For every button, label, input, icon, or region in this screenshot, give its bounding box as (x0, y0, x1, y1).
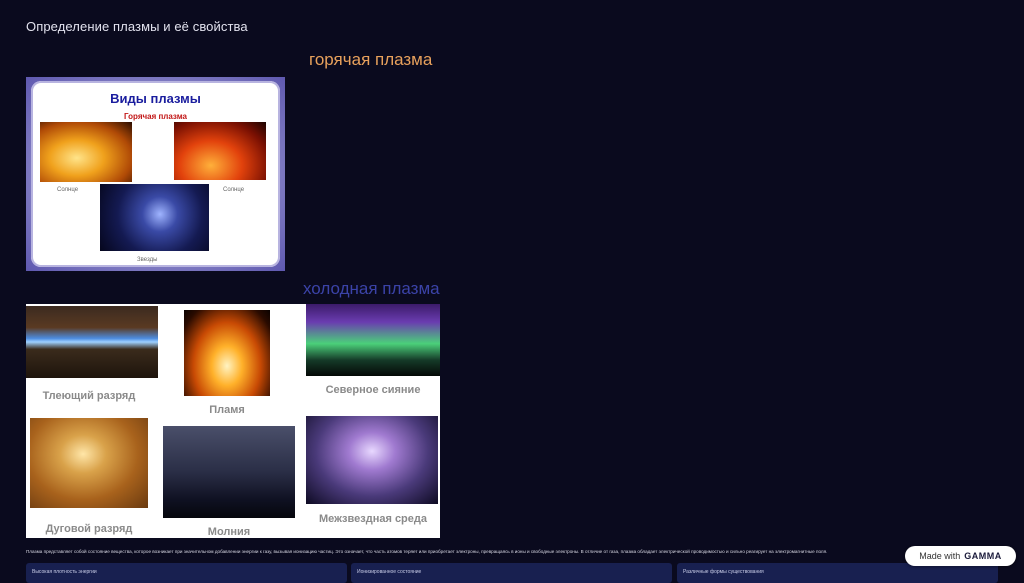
page-title: Определение плазмы и её свойства (26, 19, 248, 34)
caption-interstellar: Межзвездная среда (318, 513, 427, 525)
sun-photo-right (174, 122, 266, 180)
feature-card-ionized: Ионизированное состояние (351, 563, 672, 583)
caption-aurora: Северное сияние (325, 384, 421, 396)
aurora-photo (306, 304, 440, 376)
gamma-logo: GAMMA (964, 551, 1002, 561)
feature-card-label: Высокая плотность энергии (32, 569, 97, 575)
hot-plasma-slide-image: Виды плазмы Горячая плазма Солнце Солнце… (26, 77, 285, 271)
caption-flame: Пламя (209, 404, 245, 416)
feature-card-label: Ионизированное состояние (357, 569, 422, 575)
nebula-photo (306, 416, 438, 504)
arc-discharge-photo (30, 418, 148, 508)
body-paragraph: Плазма представляет собой состояние веще… (26, 549, 828, 554)
cold-plasma-collage-image: Тлеющий разряд Пламя Северное сияние Дуг… (26, 304, 440, 538)
feature-card-label: Различные формы существования (683, 569, 764, 575)
made-with-gamma-badge[interactable]: Made with GAMMA (905, 546, 1016, 566)
caption-glow-discharge: Тлеющий разряд (42, 390, 136, 402)
glow-discharge-photo (26, 306, 158, 378)
slide-subtitle: Горячая плазма (124, 112, 187, 121)
caption-arc-discharge: Дуговой разряд (45, 523, 133, 535)
hot-plasma-heading: горячая плазма (309, 50, 433, 69)
slide-title: Виды плазмы (110, 91, 201, 106)
cold-plasma-heading: холодная плазма (303, 279, 440, 298)
badge-prefix: Made with (919, 551, 961, 561)
caption-sun-right: Солнце (223, 187, 245, 193)
slide-card: Виды плазмы Горячая плазма Солнце Солнце… (31, 81, 280, 267)
caption-sun-left: Солнце (57, 187, 79, 193)
candle-flame-photo (184, 310, 270, 396)
sun-photo-left (40, 122, 132, 182)
lightning-photo (163, 426, 295, 518)
caption-stars: Звезды (137, 257, 158, 263)
feature-card-forms: Различные формы существования (677, 563, 998, 583)
feature-card-energy: Высокая плотность энергии (26, 563, 347, 583)
caption-lightning: Молния (207, 526, 251, 538)
stars-photo (100, 184, 209, 251)
